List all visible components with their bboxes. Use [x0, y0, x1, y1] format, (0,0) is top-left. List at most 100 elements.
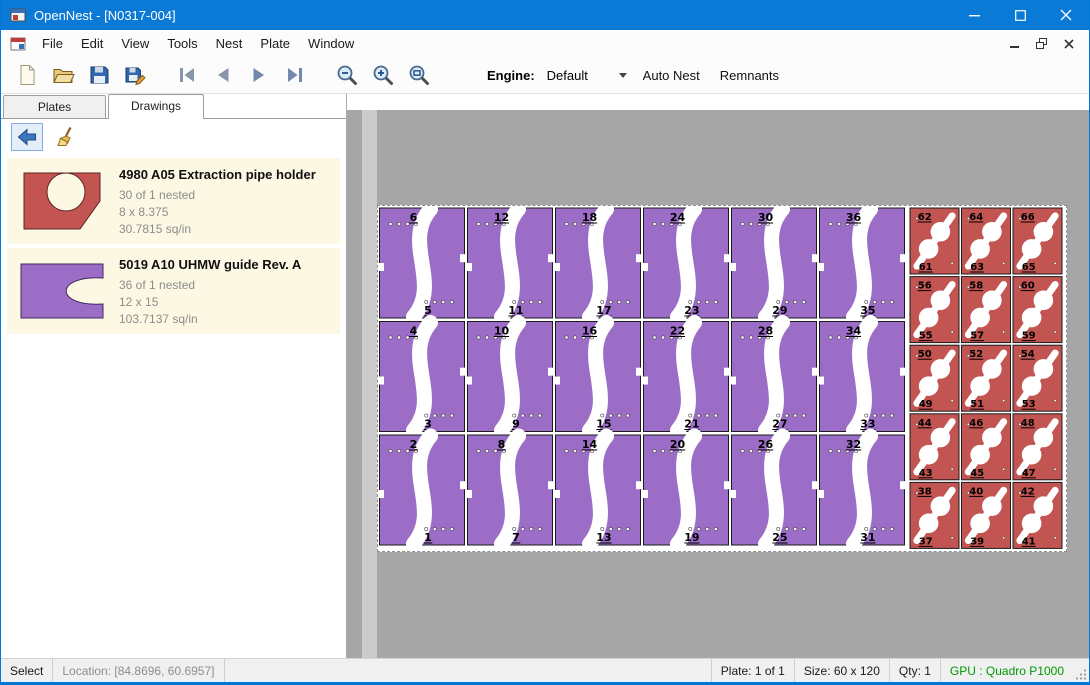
- nested-part-pair-purple[interactable]: 2827: [731, 322, 817, 432]
- nested-part-pair-purple[interactable]: 109: [467, 322, 553, 432]
- drawing-nested: 30 of 1 nested: [119, 187, 316, 204]
- nested-part-pair-purple[interactable]: 3635: [819, 208, 905, 318]
- nested-part-pair-red[interactable]: 5251: [962, 345, 1011, 411]
- svg-text:22: 22: [670, 325, 685, 338]
- nested-part-pair-red[interactable]: 4039: [962, 482, 1011, 548]
- nested-part-pair-purple[interactable]: 1817: [555, 208, 641, 318]
- nested-part-pair-purple[interactable]: 2019: [643, 435, 729, 545]
- svg-text:53: 53: [1022, 399, 1036, 410]
- drawing-item-uhmw-guide[interactable]: 5019 A10 UHMW guide Rev. A 36 of 1 neste…: [7, 248, 340, 334]
- tab-plates[interactable]: Plates: [3, 95, 106, 118]
- auto-nest-button[interactable]: Auto Nest: [633, 62, 710, 89]
- nested-part-pair-purple[interactable]: 1413: [555, 435, 641, 545]
- svg-text:13: 13: [596, 531, 611, 544]
- plate[interactable]: 6512111817242330293635431091615222128273…: [377, 205, 1067, 552]
- svg-text:63: 63: [970, 262, 984, 273]
- zoom-out-button[interactable]: [329, 59, 365, 91]
- mdi-restore-icon: [1035, 37, 1048, 50]
- resize-grip[interactable]: [1073, 659, 1089, 682]
- nested-part-pair-red[interactable]: 5049: [910, 345, 959, 411]
- nested-part-pair-purple[interactable]: 65: [379, 208, 465, 318]
- zoom-in-button[interactable]: [365, 59, 401, 91]
- remnants-button[interactable]: Remnants: [710, 62, 789, 89]
- part-shape-red: [16, 167, 108, 235]
- drawing-item-extraction-pipe-holder[interactable]: 4980 A05 Extraction pipe holder 30 of 1 …: [7, 158, 340, 244]
- svg-text:38: 38: [918, 486, 932, 497]
- svg-text:62: 62: [918, 212, 932, 223]
- nested-part-pair-purple[interactable]: 87: [467, 435, 553, 545]
- menu-item-tools[interactable]: Tools: [158, 31, 206, 56]
- nav-prev-button[interactable]: [205, 59, 241, 91]
- svg-text:52: 52: [969, 349, 983, 360]
- menu-item-view[interactable]: View: [112, 31, 158, 56]
- svg-text:46: 46: [969, 418, 983, 429]
- panel-tabs: Plates Drawings: [1, 94, 346, 119]
- nested-part-pair-red[interactable]: 6261: [910, 208, 959, 274]
- menu-item-nest[interactable]: Nest: [207, 31, 252, 56]
- mdi-close-button[interactable]: [1056, 33, 1081, 55]
- close-button[interactable]: [1043, 0, 1089, 30]
- svg-text:33: 33: [860, 418, 875, 431]
- open-folder-icon: [51, 63, 75, 87]
- minimize-button[interactable]: [951, 0, 997, 30]
- nested-part-pair-purple[interactable]: 3231: [819, 435, 905, 545]
- tab-drawings[interactable]: Drawings: [108, 94, 204, 119]
- nested-part-pair-purple[interactable]: 1615: [555, 322, 641, 432]
- drawing-area: 103.7137 sq/in: [119, 311, 301, 328]
- nested-part-pair-red[interactable]: 4241: [1013, 482, 1062, 548]
- drawing-meta: 5019 A10 UHMW guide Rev. A 36 of 1 neste…: [119, 254, 301, 328]
- nested-part-pair-red[interactable]: 6059: [1013, 277, 1062, 343]
- menu-item-window[interactable]: Window: [299, 31, 363, 56]
- svg-text:1: 1: [424, 531, 432, 544]
- status-qty: Qty: 1: [889, 659, 940, 682]
- nested-part-pair-red[interactable]: 4847: [1013, 414, 1062, 480]
- drawing-nested: 36 of 1 nested: [119, 277, 301, 294]
- nav-first-button[interactable]: [169, 59, 205, 91]
- save-as-button[interactable]: [117, 59, 153, 91]
- svg-text:15: 15: [596, 418, 611, 431]
- mdi-minimize-button[interactable]: [1002, 33, 1027, 55]
- open-button[interactable]: [45, 59, 81, 91]
- nav-last-button[interactable]: [277, 59, 313, 91]
- import-drawing-button[interactable]: [11, 123, 43, 151]
- zoom-fit-icon: [407, 63, 431, 87]
- nested-part-pair-purple[interactable]: 21: [379, 435, 465, 545]
- nested-part-pair-red[interactable]: 5655: [910, 277, 959, 343]
- svg-text:41: 41: [1022, 536, 1036, 547]
- drawing-meta: 4980 A05 Extraction pipe holder 30 of 1 …: [119, 164, 316, 238]
- save-button[interactable]: [81, 59, 117, 91]
- nav-next-button[interactable]: [241, 59, 277, 91]
- menu-item-file[interactable]: File: [33, 31, 72, 56]
- svg-text:55: 55: [919, 331, 933, 342]
- nested-part-pair-red[interactable]: 3837: [910, 482, 959, 548]
- svg-text:16: 16: [582, 325, 598, 338]
- nested-part-pair-purple[interactable]: 1211: [467, 208, 553, 318]
- nested-part-pair-red[interactable]: 6665: [1013, 208, 1062, 274]
- drawing-size: 12 x 15: [119, 294, 301, 311]
- clear-drawings-button[interactable]: [51, 123, 83, 151]
- engine-select[interactable]: Default: [541, 63, 633, 87]
- nested-part-pair-red[interactable]: 5857: [962, 277, 1011, 343]
- menu-item-edit[interactable]: Edit: [72, 31, 112, 56]
- nested-part-pair-purple[interactable]: 3029: [731, 208, 817, 318]
- nested-part-pair-purple[interactable]: 3433: [819, 322, 905, 432]
- menu-item-plate[interactable]: Plate: [251, 31, 299, 56]
- new-button[interactable]: [9, 59, 45, 91]
- nested-part-pair-red[interactable]: 4645: [962, 414, 1011, 480]
- svg-text:4: 4: [410, 325, 418, 338]
- zoom-fit-button[interactable]: [401, 59, 437, 91]
- svg-text:29: 29: [772, 304, 787, 317]
- minimize-icon: [969, 10, 980, 21]
- nested-part-pair-purple[interactable]: 43: [379, 322, 465, 432]
- nested-part-pair-purple[interactable]: 2221: [643, 322, 729, 432]
- nested-part-pair-red[interactable]: 5453: [1013, 345, 1062, 411]
- main-area: Plates Drawings: [1, 94, 1089, 658]
- maximize-button[interactable]: [997, 0, 1043, 30]
- nested-part-pair-purple[interactable]: 2625: [731, 435, 817, 545]
- nested-part-pair-purple[interactable]: 2423: [643, 208, 729, 318]
- nest-canvas[interactable]: 6512111817242330293635431091615222128273…: [347, 94, 1089, 658]
- mdi-window-controls: [1002, 33, 1089, 55]
- nested-part-pair-red[interactable]: 6463: [962, 208, 1011, 274]
- mdi-restore-button[interactable]: [1029, 33, 1054, 55]
- nested-part-pair-red[interactable]: 4443: [910, 414, 959, 480]
